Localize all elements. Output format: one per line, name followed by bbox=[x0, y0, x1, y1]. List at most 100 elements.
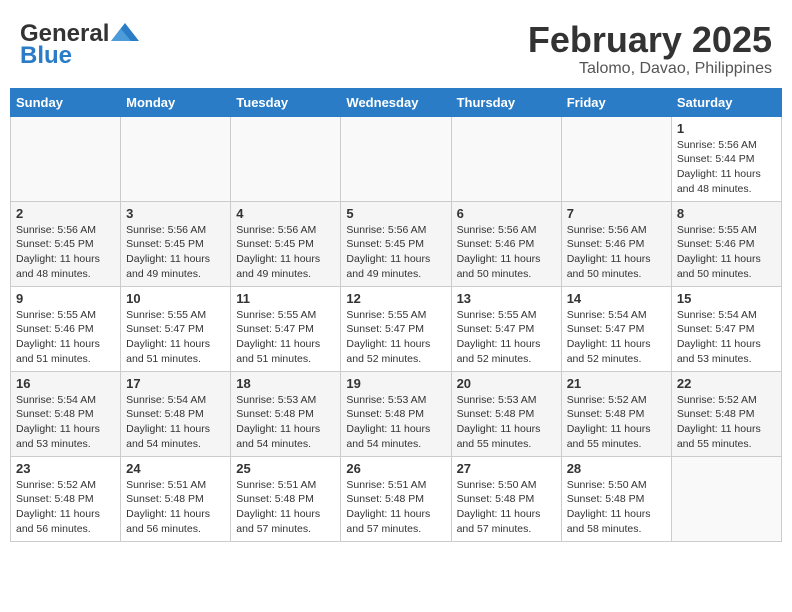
page-header: General Blue February 2025 Talomo, Davao… bbox=[10, 10, 782, 83]
day-info: Sunrise: 5:56 AM Sunset: 5:45 PM Dayligh… bbox=[236, 223, 335, 282]
day-info: Sunrise: 5:51 AM Sunset: 5:48 PM Dayligh… bbox=[346, 478, 445, 537]
calendar-header-row: SundayMondayTuesdayWednesdayThursdayFrid… bbox=[11, 88, 782, 116]
calendar-cell: 25 Sunrise: 5:51 AM Sunset: 5:48 PM Dayli… bbox=[231, 456, 341, 541]
calendar-cell: 12Sunrise: 5:55 AM Sunset: 5:47 PM Dayli… bbox=[341, 286, 451, 371]
day-info: Sunrise: 5:52 AM Sunset: 5:48 PM Dayligh… bbox=[677, 393, 776, 452]
day-number: 2 bbox=[16, 206, 115, 221]
calendar-cell bbox=[11, 116, 121, 201]
calendar-cell: 9 Sunrise: 5:55 AM Sunset: 5:46 PM Daylig… bbox=[11, 286, 121, 371]
calendar-week-row: 23 Sunrise: 5:52 AM Sunset: 5:48 PM Dayli… bbox=[11, 456, 782, 541]
day-info: Sunrise: 5:56 AM Sunset: 5:46 PM Dayligh… bbox=[567, 223, 666, 282]
calendar-cell bbox=[121, 116, 231, 201]
day-number: 16 bbox=[16, 376, 115, 391]
day-info: Sunrise: 5:55 AM Sunset: 5:47 PM Dayligh… bbox=[457, 308, 556, 367]
weekday-header-wednesday: Wednesday bbox=[341, 88, 451, 116]
day-number: 3 bbox=[126, 206, 225, 221]
calendar-cell: 11Sunrise: 5:55 AM Sunset: 5:47 PM Dayli… bbox=[231, 286, 341, 371]
calendar-cell bbox=[561, 116, 671, 201]
day-info: Sunrise: 5:56 AM Sunset: 5:44 PM Dayligh… bbox=[677, 138, 776, 197]
day-number: 13 bbox=[457, 291, 556, 306]
calendar-cell: 28Sunrise: 5:50 AM Sunset: 5:48 PM Dayli… bbox=[561, 456, 671, 541]
day-number: 11 bbox=[236, 291, 335, 306]
day-number: 15 bbox=[677, 291, 776, 306]
calendar-week-row: 2 Sunrise: 5:56 AM Sunset: 5:45 PM Daylig… bbox=[11, 201, 782, 286]
calendar-cell: 22 Sunrise: 5:52 AM Sunset: 5:48 PM Dayli… bbox=[671, 371, 781, 456]
calendar-cell: 20 Sunrise: 5:53 AM Sunset: 5:48 PM Dayli… bbox=[451, 371, 561, 456]
calendar-cell: 10Sunrise: 5:55 AM Sunset: 5:47 PM Dayli… bbox=[121, 286, 231, 371]
weekday-header-friday: Friday bbox=[561, 88, 671, 116]
day-info: Sunrise: 5:53 AM Sunset: 5:48 PM Dayligh… bbox=[236, 393, 335, 452]
calendar-week-row: 16 Sunrise: 5:54 AM Sunset: 5:48 PM Dayli… bbox=[11, 371, 782, 456]
day-info: Sunrise: 5:52 AM Sunset: 5:48 PM Dayligh… bbox=[16, 478, 115, 537]
day-number: 14 bbox=[567, 291, 666, 306]
weekday-header-sunday: Sunday bbox=[11, 88, 121, 116]
day-number: 20 bbox=[457, 376, 556, 391]
day-number: 17 bbox=[126, 376, 225, 391]
day-info: Sunrise: 5:53 AM Sunset: 5:48 PM Dayligh… bbox=[346, 393, 445, 452]
day-number: 21 bbox=[567, 376, 666, 391]
day-info: Sunrise: 5:50 AM Sunset: 5:48 PM Dayligh… bbox=[457, 478, 556, 537]
day-info: Sunrise: 5:54 AM Sunset: 5:48 PM Dayligh… bbox=[16, 393, 115, 452]
calendar-cell: 7 Sunrise: 5:56 AM Sunset: 5:46 PM Daylig… bbox=[561, 201, 671, 286]
day-info: Sunrise: 5:51 AM Sunset: 5:48 PM Dayligh… bbox=[236, 478, 335, 537]
calendar-cell: 17 Sunrise: 5:54 AM Sunset: 5:48 PM Dayli… bbox=[121, 371, 231, 456]
day-number: 26 bbox=[346, 461, 445, 476]
calendar-cell: 14Sunrise: 5:54 AM Sunset: 5:47 PM Dayli… bbox=[561, 286, 671, 371]
calendar-cell: 3 Sunrise: 5:56 AM Sunset: 5:45 PM Daylig… bbox=[121, 201, 231, 286]
calendar-week-row: 9 Sunrise: 5:55 AM Sunset: 5:46 PM Daylig… bbox=[11, 286, 782, 371]
calendar-cell: 16 Sunrise: 5:54 AM Sunset: 5:48 PM Dayli… bbox=[11, 371, 121, 456]
logo-blue: Blue bbox=[20, 42, 72, 70]
logo: General Blue bbox=[20, 20, 139, 70]
day-number: 4 bbox=[236, 206, 335, 221]
day-number: 9 bbox=[16, 291, 115, 306]
calendar-cell bbox=[231, 116, 341, 201]
day-number: 19 bbox=[346, 376, 445, 391]
day-info: Sunrise: 5:53 AM Sunset: 5:48 PM Dayligh… bbox=[457, 393, 556, 452]
calendar-table: SundayMondayTuesdayWednesdayThursdayFrid… bbox=[10, 88, 782, 542]
weekday-header-monday: Monday bbox=[121, 88, 231, 116]
day-info: Sunrise: 5:54 AM Sunset: 5:47 PM Dayligh… bbox=[677, 308, 776, 367]
day-number: 7 bbox=[567, 206, 666, 221]
day-number: 12 bbox=[346, 291, 445, 306]
calendar-cell: 13 Sunrise: 5:55 AM Sunset: 5:47 PM Dayli… bbox=[451, 286, 561, 371]
day-number: 23 bbox=[16, 461, 115, 476]
calendar-cell: 27 Sunrise: 5:50 AM Sunset: 5:48 PM Dayli… bbox=[451, 456, 561, 541]
calendar-cell: 1 Sunrise: 5:56 AM Sunset: 5:44 PM Daylig… bbox=[671, 116, 781, 201]
day-info: Sunrise: 5:55 AM Sunset: 5:46 PM Dayligh… bbox=[16, 308, 115, 367]
calendar-week-row: 1 Sunrise: 5:56 AM Sunset: 5:44 PM Daylig… bbox=[11, 116, 782, 201]
day-number: 24 bbox=[126, 461, 225, 476]
title-section: February 2025 Talomo, Davao, Philippines bbox=[528, 20, 772, 78]
day-info: Sunrise: 5:56 AM Sunset: 5:46 PM Dayligh… bbox=[457, 223, 556, 282]
day-info: Sunrise: 5:55 AM Sunset: 5:46 PM Dayligh… bbox=[677, 223, 776, 282]
day-info: Sunrise: 5:56 AM Sunset: 5:45 PM Dayligh… bbox=[346, 223, 445, 282]
day-number: 27 bbox=[457, 461, 556, 476]
calendar-cell: 8 Sunrise: 5:55 AM Sunset: 5:46 PM Daylig… bbox=[671, 201, 781, 286]
logo-icon bbox=[111, 23, 139, 41]
day-number: 18 bbox=[236, 376, 335, 391]
location: Talomo, Davao, Philippines bbox=[528, 60, 772, 78]
calendar-cell: 26 Sunrise: 5:51 AM Sunset: 5:48 PM Dayli… bbox=[341, 456, 451, 541]
calendar-cell: 6 Sunrise: 5:56 AM Sunset: 5:46 PM Daylig… bbox=[451, 201, 561, 286]
day-number: 1 bbox=[677, 121, 776, 136]
weekday-header-tuesday: Tuesday bbox=[231, 88, 341, 116]
month-year: February 2025 bbox=[528, 20, 772, 60]
day-info: Sunrise: 5:56 AM Sunset: 5:45 PM Dayligh… bbox=[16, 223, 115, 282]
day-number: 22 bbox=[677, 376, 776, 391]
day-number: 28 bbox=[567, 461, 666, 476]
weekday-header-saturday: Saturday bbox=[671, 88, 781, 116]
calendar-cell: 18 Sunrise: 5:53 AM Sunset: 5:48 PM Dayli… bbox=[231, 371, 341, 456]
calendar-cell: 15 Sunrise: 5:54 AM Sunset: 5:47 PM Dayli… bbox=[671, 286, 781, 371]
day-number: 25 bbox=[236, 461, 335, 476]
day-number: 10 bbox=[126, 291, 225, 306]
calendar-cell: 19 Sunrise: 5:53 AM Sunset: 5:48 PM Dayli… bbox=[341, 371, 451, 456]
calendar-cell: 23 Sunrise: 5:52 AM Sunset: 5:48 PM Dayli… bbox=[11, 456, 121, 541]
calendar-cell bbox=[671, 456, 781, 541]
day-info: Sunrise: 5:56 AM Sunset: 5:45 PM Dayligh… bbox=[126, 223, 225, 282]
day-number: 8 bbox=[677, 206, 776, 221]
calendar-cell: 21 Sunrise: 5:52 AM Sunset: 5:48 PM Dayli… bbox=[561, 371, 671, 456]
calendar-cell: 24Sunrise: 5:51 AM Sunset: 5:48 PM Dayli… bbox=[121, 456, 231, 541]
day-info: Sunrise: 5:52 AM Sunset: 5:48 PM Dayligh… bbox=[567, 393, 666, 452]
day-number: 6 bbox=[457, 206, 556, 221]
day-info: Sunrise: 5:54 AM Sunset: 5:48 PM Dayligh… bbox=[126, 393, 225, 452]
calendar-cell: 5Sunrise: 5:56 AM Sunset: 5:45 PM Daylig… bbox=[341, 201, 451, 286]
